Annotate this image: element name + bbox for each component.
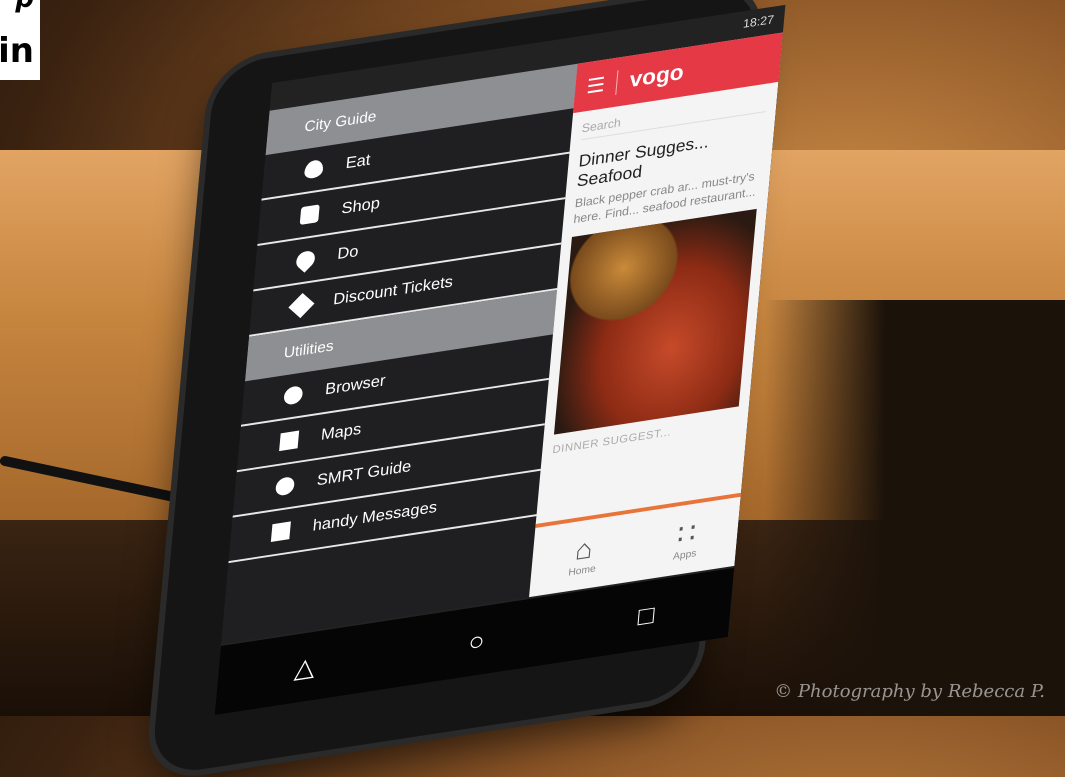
- utensil-icon: [303, 158, 324, 180]
- corner-label: p in: [0, 0, 40, 80]
- shopping-bag-icon: [299, 204, 320, 225]
- drawer-item-label: handy Messages: [311, 499, 438, 535]
- back-icon[interactable]: △: [293, 650, 316, 684]
- grid-icon: ∷: [676, 516, 698, 551]
- envelope-icon: [270, 521, 291, 542]
- app-brand: vogo: [628, 59, 685, 93]
- recents-icon[interactable]: □: [637, 599, 656, 632]
- ticket-icon: [288, 292, 315, 319]
- menu-icon[interactable]: ☰: [574, 69, 619, 101]
- drawer-item-label: Do: [336, 243, 360, 264]
- seafood-photo[interactable]: [553, 208, 757, 435]
- bus-icon: [274, 475, 296, 497]
- map-icon: [279, 430, 300, 452]
- drawer-item-label: Eat: [344, 151, 372, 173]
- corner-label-line2: in: [0, 31, 34, 71]
- status-bar: 18:27: [743, 12, 775, 31]
- drawer-item-label: Discount Tickets: [332, 273, 454, 309]
- corner-label-line1: p: [15, 0, 34, 14]
- home-icon: ⌂: [573, 532, 595, 566]
- home-circle-icon[interactable]: ○: [467, 625, 486, 658]
- globe-icon: [283, 385, 304, 406]
- phone-screen: 18:27 City Guide Eat Shop Do Discount Ti…: [214, 4, 786, 716]
- watermark: © Photography by Rebecca P.: [774, 681, 1045, 702]
- drawer-item-label: SMRT Guide: [316, 458, 412, 490]
- location-pin-icon: [292, 247, 319, 273]
- background-shadow: [765, 300, 1065, 716]
- tab-label: Home: [567, 563, 597, 579]
- drawer-item-label: Browser: [324, 372, 387, 399]
- tab-label: Apps: [672, 548, 697, 563]
- navigation-drawer: City Guide Eat Shop Do Discount Tickets …: [221, 63, 578, 645]
- drawer-item-label: Shop: [340, 195, 381, 218]
- status-time: 18:27: [742, 12, 775, 31]
- drawer-item-label: Maps: [320, 420, 362, 444]
